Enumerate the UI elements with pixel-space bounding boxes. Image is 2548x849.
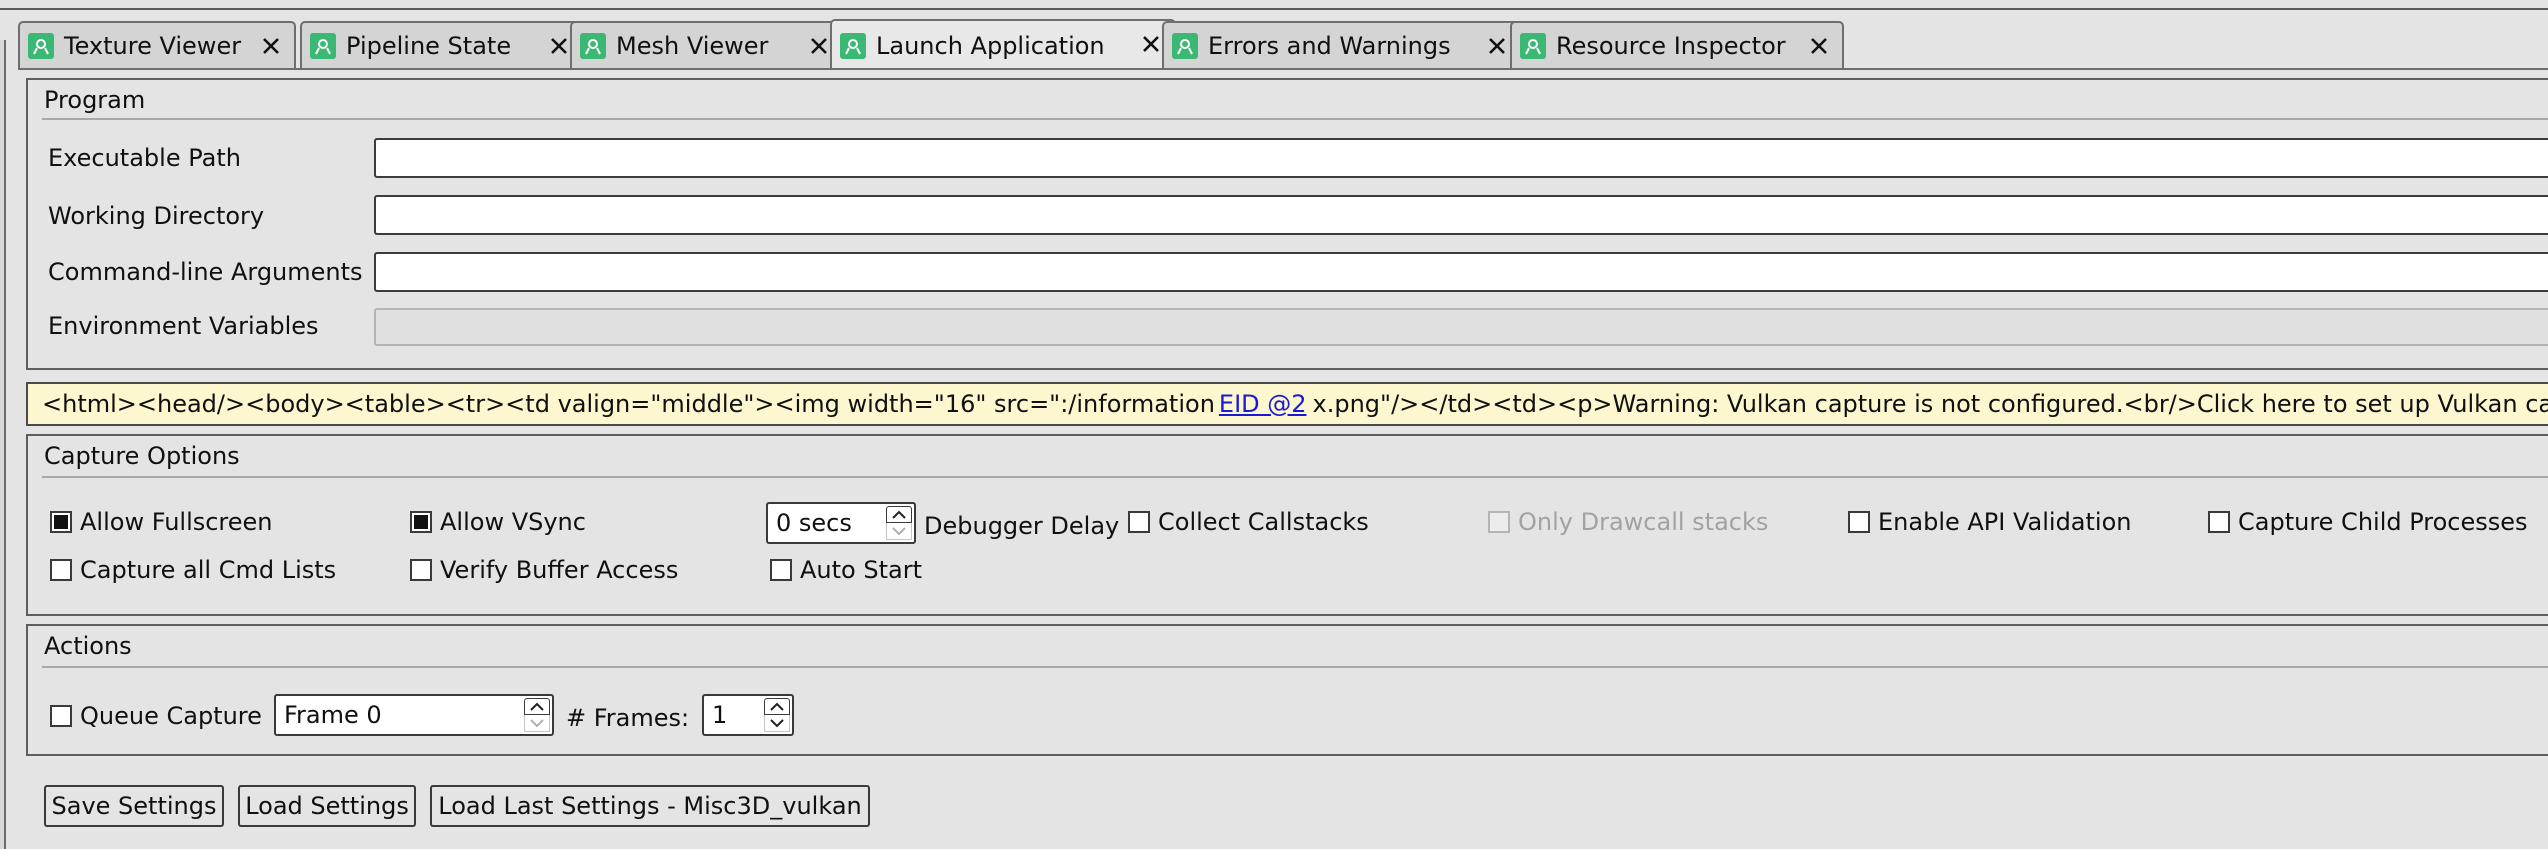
program-group: Program Executable Path Working Director…: [26, 78, 2548, 370]
debugger-delay-label: Debugger Delay: [924, 512, 1120, 540]
capture-child-processes-checkbox[interactable]: Capture Child Processes: [2208, 508, 2528, 536]
collect-callstacks-checkbox[interactable]: Collect Callstacks: [1128, 508, 1369, 536]
spin-down-icon[interactable]: [886, 523, 912, 540]
program-group-title: Program: [44, 86, 146, 114]
num-frames-spinbox[interactable]: 1: [702, 694, 794, 736]
checkbox-box[interactable]: [1128, 511, 1150, 533]
tab-label: Texture Viewer: [64, 32, 242, 60]
tab-content-border: [18, 68, 2548, 70]
close-icon[interactable]: [806, 33, 832, 59]
debugger-delay-spinbox[interactable]: 0 secs: [766, 502, 916, 544]
group-divider: [42, 666, 2548, 668]
spin-down-icon[interactable]: [764, 715, 790, 732]
app-icon: [1172, 33, 1198, 59]
left-dock-edge: [0, 40, 6, 849]
tab-mesh-viewer[interactable]: Mesh Viewer: [570, 21, 844, 69]
enable-api-validation-checkbox[interactable]: Enable API Validation: [1848, 508, 2132, 536]
spin-up-icon[interactable]: [886, 506, 912, 523]
checkbox-label: Verify Buffer Access: [440, 556, 679, 584]
app-icon: [840, 32, 866, 59]
close-icon[interactable]: [546, 33, 572, 59]
checkbox-box[interactable]: [50, 559, 72, 581]
spin-up-icon[interactable]: [764, 698, 790, 715]
spin-down-icon[interactable]: [524, 715, 550, 732]
checkbox-label: Collect Callstacks: [1158, 508, 1369, 536]
spin-buttons: [524, 698, 550, 732]
tab-label: Mesh Viewer: [616, 32, 769, 60]
close-icon[interactable]: [258, 33, 284, 59]
cmdline-arguments-input[interactable]: [374, 252, 2548, 292]
window-top-border: [0, 0, 2548, 10]
debugger-delay-value: 0 secs: [776, 509, 852, 537]
actions-title: Actions: [44, 632, 132, 660]
group-divider: [42, 476, 2548, 478]
working-directory-label: Working Directory: [48, 202, 265, 230]
checkbox-box[interactable]: [770, 559, 792, 581]
app-icon: [1520, 33, 1546, 59]
app-icon: [310, 33, 336, 59]
actions-group: Actions Queue Capture Frame 0 # Frames: …: [26, 624, 2548, 756]
queue-capture-checkbox[interactable]: Queue Capture: [50, 702, 262, 730]
tab-label: Launch Application: [876, 31, 1105, 60]
environment-variables-field[interactable]: [374, 308, 2548, 346]
tab-label: Resource Inspector: [1556, 32, 1786, 60]
app-icon: [580, 33, 606, 59]
spin-buttons: [886, 506, 912, 540]
queue-frame-spinbox[interactable]: Frame 0: [274, 694, 554, 736]
environment-variables-label: Environment Variables: [48, 312, 319, 340]
num-frames-value: 1: [712, 701, 728, 729]
checkbox-label: Only Drawcall stacks: [1518, 508, 1769, 536]
group-divider: [42, 118, 2548, 120]
vulkan-warning-banner[interactable]: <html><head/><body><table><tr><td valign…: [26, 382, 2548, 426]
checkbox-box[interactable]: [2208, 511, 2230, 533]
capture-options-title: Capture Options: [44, 442, 240, 470]
tab-label: Pipeline State: [346, 32, 512, 60]
close-icon[interactable]: [1138, 31, 1164, 57]
load-settings-button[interactable]: Load Settings: [238, 785, 416, 827]
load-last-settings-button[interactable]: Load Last Settings - Misc3D_vulkan: [430, 785, 870, 827]
executable-path-label: Executable Path: [48, 144, 241, 172]
tab-label: Errors and Warnings: [1208, 32, 1451, 60]
checkbox-box[interactable]: [410, 559, 432, 581]
checkbox-label: Capture Child Processes: [2238, 508, 2528, 536]
close-icon[interactable]: [1806, 33, 1832, 59]
tab-errors-and-warnings[interactable]: Errors and Warnings: [1162, 21, 1522, 69]
tab-resource-inspector[interactable]: Resource Inspector: [1510, 21, 1844, 69]
tab-launch-application[interactable]: Launch Application: [830, 19, 1176, 70]
app-icon: [28, 33, 54, 59]
checkbox-label: Auto Start: [800, 556, 922, 584]
capture-all-cmd-lists-checkbox[interactable]: Capture all Cmd Lists: [50, 556, 336, 584]
num-frames-label: # Frames:: [566, 704, 690, 732]
tab-texture-viewer[interactable]: Texture Viewer: [18, 21, 296, 69]
checkbox-box[interactable]: [410, 511, 432, 533]
tab-pipeline-state[interactable]: Pipeline State: [300, 21, 584, 69]
eid-link[interactable]: EID @2: [1219, 390, 1307, 418]
save-settings-button[interactable]: Save Settings: [44, 785, 224, 827]
cmdline-arguments-label: Command-line Arguments: [48, 258, 363, 286]
capture-options-group: Capture Options Allow Fullscreen Allow V…: [26, 434, 2548, 616]
queue-frame-value: Frame 0: [284, 701, 382, 729]
checkbox-label: Enable API Validation: [1878, 508, 2132, 536]
checkbox-box[interactable]: [1848, 511, 1870, 533]
checkbox-box[interactable]: [1488, 511, 1510, 533]
warning-text: <html><head/><body><table><tr><td valign…: [42, 390, 1215, 418]
spin-buttons: [764, 698, 790, 732]
checkbox-label: Capture all Cmd Lists: [80, 556, 337, 584]
verify-buffer-access-checkbox[interactable]: Verify Buffer Access: [410, 556, 678, 584]
checkbox-box[interactable]: [50, 705, 72, 727]
allow-fullscreen-checkbox[interactable]: Allow Fullscreen: [50, 508, 273, 536]
only-drawcall-stacks-checkbox[interactable]: Only Drawcall stacks: [1488, 508, 1768, 536]
working-directory-input[interactable]: [374, 195, 2548, 235]
executable-path-input[interactable]: [374, 138, 2548, 178]
checkbox-label: Allow VSync: [440, 508, 586, 536]
checkbox-box[interactable]: [50, 511, 72, 533]
auto-start-checkbox[interactable]: Auto Start: [770, 556, 922, 584]
checkbox-label: Allow Fullscreen: [80, 508, 273, 536]
checkbox-label: Queue Capture: [80, 702, 262, 730]
warning-text-rest: x.png"/></td><td><p>Warning: Vulkan capt…: [1312, 390, 2548, 418]
spin-up-icon[interactable]: [524, 698, 550, 715]
allow-vsync-checkbox[interactable]: Allow VSync: [410, 508, 586, 536]
close-icon[interactable]: [1484, 33, 1510, 59]
